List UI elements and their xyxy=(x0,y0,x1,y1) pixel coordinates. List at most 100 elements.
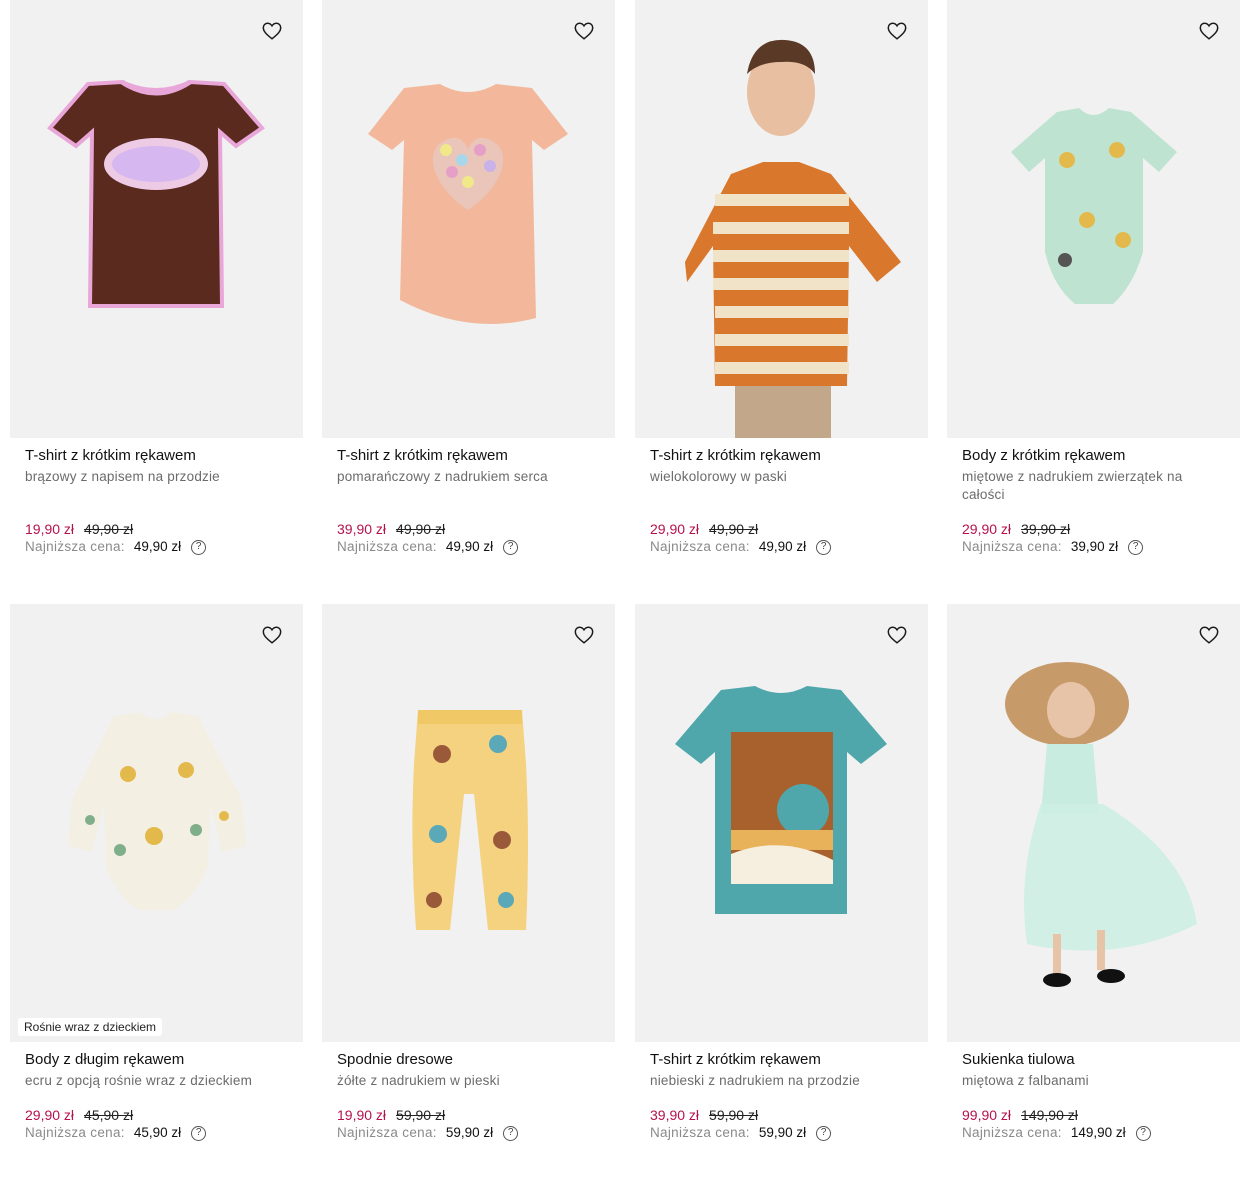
product-title[interactable]: T-shirt z krótkim rękawem xyxy=(650,1051,913,1069)
sale-price: 39,90 zł xyxy=(337,521,387,537)
product-card[interactable]: Spodnie dresowe żółte z nadrukiem w pies… xyxy=(322,604,615,1142)
help-icon[interactable]: ? xyxy=(1135,1125,1151,1141)
lowest-price-row: Najniższa cena: 59,90 zł? xyxy=(337,1124,600,1142)
sale-price: 19,90 zł xyxy=(25,521,75,537)
lowest-price-label: Najniższa cena: xyxy=(962,1125,1062,1140)
lowest-price-row: Najniższa cena: 49,90 zł? xyxy=(337,538,600,556)
lowest-price-label: Najniższa cena: xyxy=(25,1125,125,1140)
help-icon[interactable]: ? xyxy=(191,539,207,555)
product-description: brązowy z napisem na przodzie xyxy=(25,469,220,484)
price-row: 39,90 zł 59,90 zł xyxy=(650,1106,913,1124)
brown-tshirt-image xyxy=(47,79,265,308)
lowest-price-value: 49,90 zł xyxy=(133,539,182,554)
lowest-price-row: Najniższa cena: 49,90 zł? xyxy=(25,538,288,556)
price-row: 19,90 zł 49,90 zł xyxy=(25,520,288,538)
boy-striped-tshirt-image xyxy=(685,39,901,438)
lowest-price-label: Najniższa cena: xyxy=(25,539,125,554)
old-price: 39,90 zł xyxy=(1021,521,1071,537)
product-card[interactable]: Body z krótkim rękawem miętowe z nadruki… xyxy=(947,0,1240,556)
lowest-price-value: 49,90 zł xyxy=(758,539,807,554)
product-card[interactable]: T-shirt z krótkim rękawem brązowy z napi… xyxy=(10,0,303,556)
peach-tshirt-image xyxy=(368,84,568,324)
old-price: 149,90 zł xyxy=(1021,1107,1078,1123)
lowest-price-value: 49,90 zł xyxy=(445,539,494,554)
old-price: 49,90 zł xyxy=(709,521,759,537)
product-title[interactable]: Body z długim rękawem xyxy=(25,1051,288,1069)
lowest-price-row: Najniższa cena: 59,90 zł? xyxy=(650,1124,913,1142)
help-icon[interactable]: ? xyxy=(503,1125,519,1141)
old-price: 45,90 zł xyxy=(84,1107,134,1123)
lowest-price-row: Najniższa cena: 149,90 zł? xyxy=(962,1124,1225,1142)
help-icon[interactable]: ? xyxy=(816,539,832,555)
sale-price: 19,90 zł xyxy=(337,1107,387,1123)
sale-price: 29,90 zł xyxy=(962,521,1012,537)
old-price: 49,90 zł xyxy=(84,521,134,537)
help-icon[interactable]: ? xyxy=(816,1125,832,1141)
sale-price: 39,90 zł xyxy=(650,1107,700,1123)
price-row: 29,90 zł 39,90 zł xyxy=(962,520,1225,538)
product-image[interactable] xyxy=(947,604,1240,1042)
heart-icon[interactable] xyxy=(886,624,908,646)
help-icon[interactable]: ? xyxy=(191,1125,207,1141)
old-price: 49,90 zł xyxy=(396,521,446,537)
price-row: 29,90 zł 45,90 zł xyxy=(25,1106,288,1124)
lowest-price-value: 59,90 zł xyxy=(445,1125,494,1140)
product-image[interactable]: Rośnie wraz z dzieckiem xyxy=(10,604,303,1042)
old-price: 59,90 zł xyxy=(709,1107,759,1123)
product-image[interactable] xyxy=(635,604,928,1042)
yellow-sweatpants-image xyxy=(412,710,528,930)
product-description: wielokolorowy w paski xyxy=(650,469,787,484)
product-description: żółte z nadrukiem w pieski xyxy=(337,1073,500,1088)
sale-price: 99,90 zł xyxy=(962,1107,1012,1123)
price-row: 99,90 zł 149,90 zł xyxy=(962,1106,1225,1124)
heart-icon[interactable] xyxy=(573,20,595,42)
heart-icon[interactable] xyxy=(886,20,908,42)
product-card[interactable]: Sukienka tiulowa miętowa z falbanami 99,… xyxy=(947,604,1240,1142)
product-description: ecru z opcją rośnie wraz z dzieckiem xyxy=(25,1073,253,1088)
lowest-price-value: 39,90 zł xyxy=(1070,539,1119,554)
product-image[interactable] xyxy=(947,0,1240,438)
girl-tulle-dress-image xyxy=(1005,662,1197,987)
product-card[interactable]: T-shirt z krótkim rękawem niebieski z na… xyxy=(635,604,928,1142)
product-image[interactable] xyxy=(322,0,615,438)
product-title[interactable]: T-shirt z krótkim rękawem xyxy=(650,447,913,465)
product-title[interactable]: T-shirt z krótkim rękawem xyxy=(25,447,288,465)
sale-price: 29,90 zł xyxy=(25,1107,75,1123)
lowest-price-row: Najniższa cena: 39,90 zł? xyxy=(962,538,1225,556)
old-price: 59,90 zł xyxy=(396,1107,446,1123)
product-card[interactable]: T-shirt z krótkim rękawem pomarańczowy z… xyxy=(322,0,615,556)
heart-icon[interactable] xyxy=(261,624,283,646)
lowest-price-value: 59,90 zł xyxy=(758,1125,807,1140)
grows-with-child-badge: Rośnie wraz z dzieckiem xyxy=(18,1018,163,1036)
lowest-price-value: 45,90 zł xyxy=(133,1125,182,1140)
heart-icon[interactable] xyxy=(1198,624,1220,646)
ecru-bodysuit-image xyxy=(68,712,246,910)
product-title[interactable]: Body z krótkim rękawem xyxy=(962,447,1225,465)
product-image[interactable] xyxy=(322,604,615,1042)
product-title[interactable]: T-shirt z krótkim rękawem xyxy=(337,447,600,465)
heart-icon[interactable] xyxy=(573,624,595,646)
product-card[interactable]: Rośnie wraz z dzieckiem Body z długim rę… xyxy=(10,604,303,1142)
product-description: miętowe z nadrukiem zwierzątek na całośc… xyxy=(962,469,1183,502)
lowest-price-label: Najniższa cena: xyxy=(337,1125,437,1140)
price-row: 19,90 zł 59,90 zł xyxy=(337,1106,600,1124)
product-image[interactable] xyxy=(10,0,303,438)
product-title[interactable]: Spodnie dresowe xyxy=(337,1051,600,1069)
product-title[interactable]: Sukienka tiulowa xyxy=(962,1051,1225,1069)
product-description: pomarańczowy z nadrukiem serca xyxy=(337,469,548,484)
product-description: niebieski z nadrukiem na przodzie xyxy=(650,1073,860,1088)
help-icon[interactable]: ? xyxy=(1128,539,1144,555)
price-row: 29,90 zł 49,90 zł xyxy=(650,520,913,538)
lowest-price-label: Najniższa cena: xyxy=(650,539,750,554)
price-row: 39,90 zł 49,90 zł xyxy=(337,520,600,538)
lowest-price-row: Najniższa cena: 45,90 zł? xyxy=(25,1124,288,1142)
lowest-price-value: 149,90 zł xyxy=(1070,1125,1126,1140)
product-image[interactable] xyxy=(635,0,928,438)
lowest-price-label: Najniższa cena: xyxy=(337,539,437,554)
sale-price: 29,90 zł xyxy=(650,521,700,537)
heart-icon[interactable] xyxy=(1198,20,1220,42)
lowest-price-row: Najniższa cena: 49,90 zł? xyxy=(650,538,913,556)
heart-icon[interactable] xyxy=(261,20,283,42)
product-card[interactable]: T-shirt z krótkim rękawem wielokolorowy … xyxy=(635,0,928,556)
help-icon[interactable]: ? xyxy=(503,539,519,555)
